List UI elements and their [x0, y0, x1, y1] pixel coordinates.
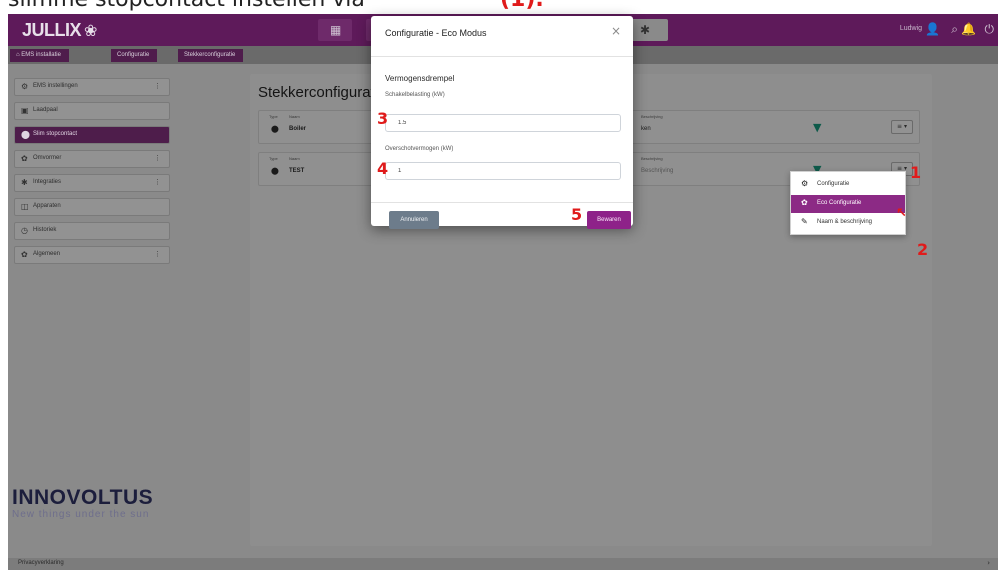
breadcrumb-item-configuratie[interactable]: Configuratie — [111, 49, 158, 62]
history-icon: ◷ — [21, 226, 28, 235]
power-icon[interactable]: ⏻ — [985, 22, 995, 37]
nav-dashboard-button[interactable]: ▦ — [318, 19, 352, 41]
puzzle-icon: ✱ — [21, 178, 28, 187]
sidebar-item-label: Integraties — [33, 179, 62, 185]
sidebar-item-label: Historiek — [33, 227, 57, 233]
sidebar-item-label: EMS instellingen — [33, 83, 78, 89]
field-label-schakelbelasting: Schakelbelasting (kW) — [385, 92, 445, 98]
brand-tagline: New things under the sun — [12, 509, 150, 520]
plug-icon: ⬤ — [21, 130, 30, 139]
sidebar-item-apparaten[interactable]: ◫ Apparaten — [14, 198, 170, 216]
cancel-button[interactable]: Annuleren — [389, 211, 439, 229]
sidebar-item-laadpaal[interactable]: ▣ Laadpaal — [14, 102, 170, 120]
eco-icon: ✿ — [801, 198, 808, 207]
device-name: TEST — [289, 168, 305, 174]
row-action-menu: ⚙ Configuratie ✿ Eco Configuratie ✎ Naam… — [790, 171, 906, 235]
menu-item-label: Naam & beschrijving — [817, 219, 873, 225]
innovoltus-logo: INNOVOLTUS New things under the sun — [12, 486, 153, 520]
description-label: Beschrijving — [641, 114, 663, 119]
menu-item-configuratie[interactable]: ⚙ Configuratie — [791, 176, 905, 194]
gear-icon: ⚙ — [21, 82, 29, 91]
sidebar-item-label: Omvormer — [33, 155, 62, 161]
gear-icon: ⚙ — [801, 179, 809, 188]
annotation-marker-3: 3 — [377, 109, 389, 128]
inverter-icon: ✿ — [21, 154, 28, 163]
save-button[interactable]: Bewaren — [587, 211, 631, 229]
arrow-right-icon[interactable]: › — [987, 559, 990, 567]
overschotvermogen-input[interactable] — [385, 162, 621, 180]
description-label: Beschrijving — [641, 156, 663, 161]
jullix-logo[interactable]: JULLIX ❀ — [22, 20, 97, 41]
more-icon[interactable]: ⋮ — [154, 82, 161, 90]
device-description: ken — [641, 126, 651, 132]
type-label: Type — [269, 156, 278, 161]
annotation-arrow-icon: ↖ — [896, 206, 907, 221]
logo-symbol-icon: ❀ — [84, 23, 97, 40]
sidebar-item-label: Apparaten — [33, 203, 61, 209]
tutorial-caption: slimme stopcontact instellen via (1). — [0, 0, 998, 14]
sidebar-item-label: Slim stopcontact — [33, 131, 78, 137]
menu-item-label: Configuratie — [817, 181, 850, 187]
edit-icon: ✎ — [801, 217, 808, 226]
page-title: Stekkerconfiguratie — [258, 84, 387, 101]
brand-name: INNOVOLTUS — [12, 486, 154, 509]
menu-item-naam-beschrijving[interactable]: ✎ Naam & beschrijving — [791, 214, 905, 232]
close-icon[interactable]: × — [611, 24, 621, 38]
user-icon[interactable]: 👤 — [925, 22, 940, 36]
breadcrumb-label-stekker: Stekkerconfiguratie — [184, 52, 236, 58]
section-title: Vermogensdrempel — [385, 74, 455, 83]
more-icon[interactable]: ⋮ — [154, 178, 161, 186]
more-icon[interactable]: ⋮ — [154, 250, 161, 258]
footer: Privacyverklaring › — [8, 558, 998, 570]
breadcrumb-label-ems: EMS installatie — [21, 52, 61, 58]
sidebar-item-algemeen[interactable]: ✿ Algemeen ⋮ — [14, 246, 170, 264]
type-label: Type — [269, 114, 278, 119]
charger-icon: ▣ — [21, 106, 29, 115]
name-label: Naam — [289, 156, 300, 161]
privacy-link[interactable]: Privacyverklaring — [18, 560, 64, 566]
menu-item-eco-configuratie[interactable]: ✿ Eco Configuratie — [791, 195, 905, 213]
annotation-marker-2: 2 — [917, 240, 929, 259]
breadcrumb-label-configuratie: Configuratie — [117, 52, 150, 58]
sidebar-item-label: Algemeen — [33, 251, 61, 257]
sidebar-item-ems-instellingen[interactable]: ⚙ EMS instellingen ⋮ — [14, 78, 170, 96]
sidebar-item-historiek[interactable]: ◷ Historiek — [14, 222, 170, 240]
field-label-overschotvermogen: Overschotvermogen (kW) — [385, 146, 454, 152]
menu-item-label: Eco Configuratie — [817, 200, 862, 206]
sidebar-item-omvormer[interactable]: ✿ Omvormer ⋮ — [14, 150, 170, 168]
plug-icon: ⬤ — [271, 167, 279, 175]
annotation-marker-1: 1 — [910, 163, 922, 182]
name-label: Naam — [289, 114, 300, 119]
bell-icon[interactable]: 🔔 — [961, 22, 976, 36]
more-icon[interactable]: ⋮ — [154, 154, 161, 162]
row-menu-button[interactable]: ≡ ▾ — [891, 120, 913, 134]
sidebar-item-slim-stopcontact[interactable]: ⬤ Slim stopcontact — [14, 126, 170, 144]
caption-text: slimme stopcontact instellen via — [8, 0, 365, 12]
device-name: Boiler — [289, 126, 307, 132]
search-icon[interactable]: ⌕ — [951, 22, 958, 37]
schakelbelasting-input[interactable] — [385, 114, 621, 132]
user-name[interactable]: Ludwig — [900, 25, 922, 32]
divider — [371, 56, 633, 57]
caption-step-marker: (1). — [500, 0, 544, 12]
logo-text: JULLIX — [22, 20, 82, 40]
grid-icon: ▦ — [330, 23, 342, 37]
breadcrumb-item-stekkerconfiguratie: Stekkerconfiguratie — [178, 49, 244, 62]
breadcrumb-item-ems[interactable]: ⌂ EMS installatie — [10, 49, 69, 62]
wifi-icon: ▼ — [813, 121, 822, 134]
sidebar-item-integraties[interactable]: ✱ Integraties ⋮ — [14, 174, 170, 192]
device-description: Beschrijving — [641, 168, 674, 174]
eco-mode-dialog: Configuratie - Eco Modus × Vermogensdrem… — [371, 16, 633, 226]
annotation-marker-5: 5 — [571, 205, 583, 224]
sidebar-item-label: Laadpaal — [33, 107, 58, 113]
annotation-marker-4: 4 — [377, 159, 389, 178]
device-icon: ◫ — [21, 202, 29, 211]
dialog-title: Configuratie - Eco Modus — [385, 28, 487, 38]
settings-icon: ✱ — [640, 23, 651, 37]
gear-icon: ✿ — [21, 250, 28, 259]
plug-icon: ⬤ — [271, 125, 279, 133]
divider — [371, 202, 633, 203]
